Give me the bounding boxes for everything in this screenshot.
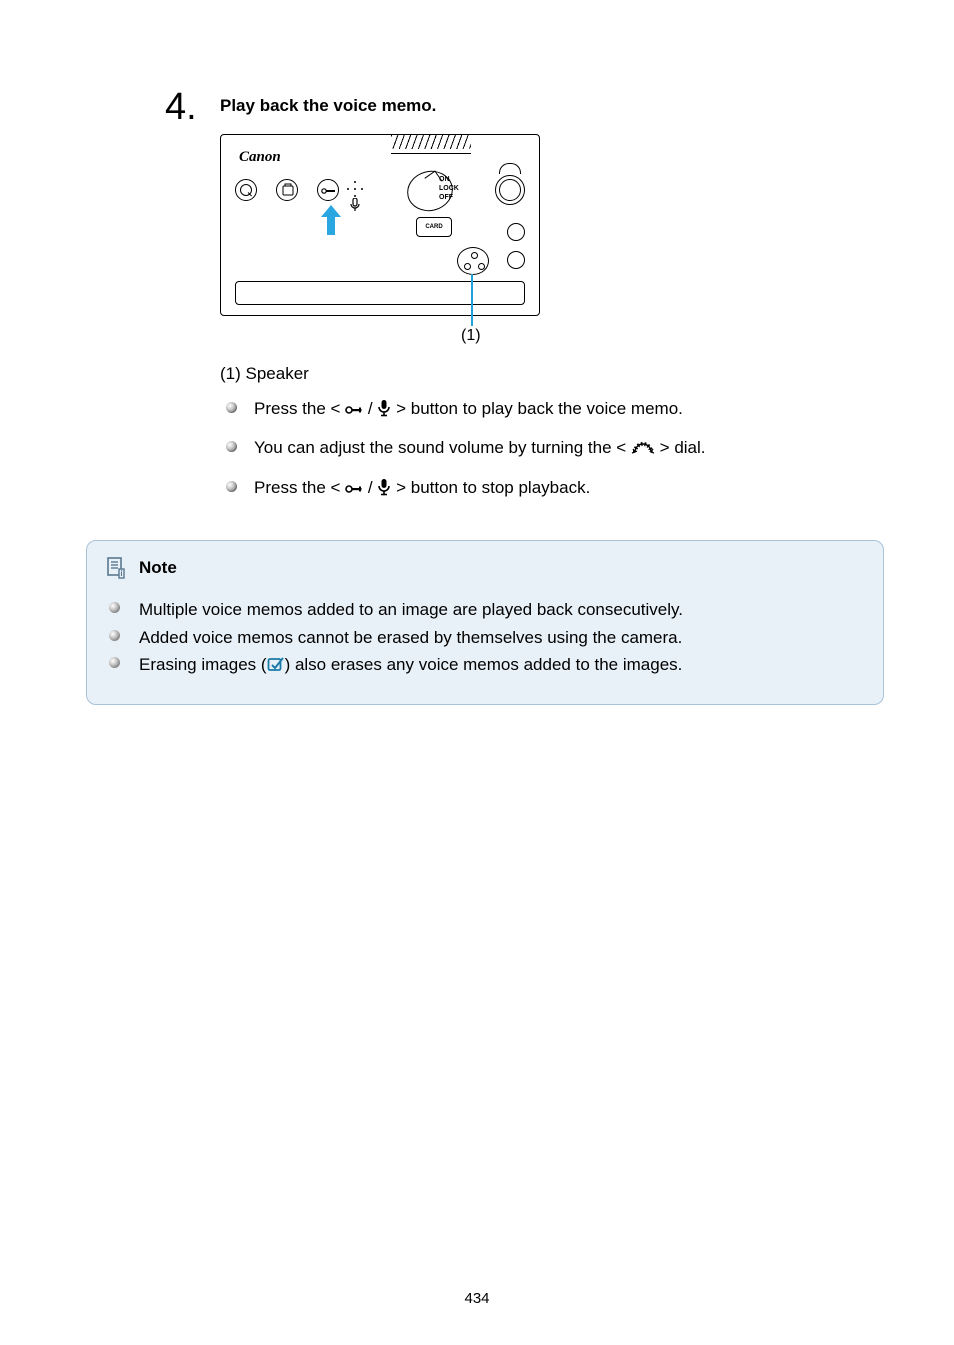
- card-slot-label: CARD: [425, 224, 442, 230]
- bullet-text: Press the <: [254, 478, 345, 497]
- record-dots-icon: [347, 181, 363, 197]
- trash-button-icon: [276, 179, 298, 201]
- protect-key-icon: [345, 399, 363, 425]
- protect-button-icon: [317, 179, 339, 201]
- list-item: You can adjust the sound volume by turni…: [220, 435, 879, 464]
- bullet-text: You can adjust the sound volume by turni…: [254, 438, 631, 457]
- bullet-text: > button to stop playback.: [391, 478, 590, 497]
- microphone-icon: [377, 478, 391, 504]
- small-hump-icon: [499, 163, 521, 174]
- bullet-text: /: [363, 478, 377, 497]
- brand-logo: Canon: [239, 149, 281, 166]
- step-number-digit: 4: [165, 86, 186, 128]
- power-dial-icon: ON LOCK OFF: [407, 171, 453, 211]
- camera-illustration: Canon: [220, 134, 540, 316]
- bullet-icon: [226, 402, 237, 413]
- link-icon[interactable]: [267, 654, 285, 680]
- note-icon: i: [107, 557, 125, 579]
- power-on-label: ON: [439, 175, 459, 184]
- main-content: 4. Play back the voice memo. Canon: [0, 0, 954, 504]
- list-item: Multiple voice memos added to an image a…: [107, 597, 863, 623]
- bullet-icon: [109, 630, 120, 641]
- bottom-strip: [235, 281, 525, 305]
- speaker-icon: [457, 247, 489, 275]
- note-text: Added voice memos cannot be erased by th…: [139, 628, 682, 647]
- note-text: Erasing images (: [139, 655, 267, 674]
- step-heading: 4. Play back the voice memo.: [165, 82, 879, 120]
- bullet-text: > dial.: [655, 438, 706, 457]
- card-slot-icon: CARD: [416, 217, 452, 237]
- step-title: Play back the voice memo.: [220, 96, 436, 116]
- microphone-icon: [377, 399, 391, 425]
- mic-label-icon: [349, 197, 361, 217]
- camera-illustration-wrap: Canon: [220, 134, 540, 316]
- right-button-1-icon: [507, 223, 525, 241]
- list-item: Press the < / > button to stop playback.: [220, 475, 879, 504]
- main-dial-icon: [631, 438, 655, 464]
- list-item: Erasing images ( ) also erases any voice …: [107, 652, 863, 680]
- speaker-caption: (1) Speaker: [220, 364, 879, 384]
- callout-line: [471, 274, 473, 326]
- list-item: Added voice memos cannot be erased by th…: [107, 625, 863, 651]
- bullet-icon: [226, 441, 237, 452]
- note-header: i Note: [107, 557, 863, 579]
- note-text: Multiple voice memos added to an image a…: [139, 600, 683, 619]
- step-number-dot: .: [186, 86, 197, 128]
- protect-key-icon: [345, 478, 363, 504]
- list-item: Press the < / > button to play back the …: [220, 396, 879, 425]
- page-number: 434: [0, 1290, 954, 1307]
- callout-label: (1): [461, 327, 481, 345]
- power-dial-labels: ON LOCK OFF: [439, 175, 459, 202]
- bullet-text: Press the <: [254, 399, 345, 418]
- power-off-label: OFF: [439, 193, 459, 202]
- step-bullet-list: Press the < / > button to play back the …: [220, 396, 879, 504]
- page: 4. Play back the voice memo. Canon: [0, 0, 954, 1345]
- bullet-text: /: [363, 399, 377, 418]
- bullet-icon: [109, 657, 120, 668]
- note-box: i Note Multiple voice memos added to an …: [86, 540, 884, 705]
- magnify-button-icon: [235, 179, 257, 201]
- note-title: Note: [139, 558, 177, 578]
- hot-shoe-icon: [391, 135, 471, 154]
- bullet-icon: [109, 602, 120, 613]
- bullet-text: > button to play back the voice memo.: [391, 399, 683, 418]
- power-lock-label: LOCK: [439, 184, 459, 193]
- shutter-ring-icon: [495, 175, 525, 205]
- svg-text:i: i: [120, 569, 122, 578]
- bullet-icon: [226, 481, 237, 492]
- right-button-2-icon: [507, 251, 525, 269]
- step-body: Canon: [220, 134, 879, 504]
- step-number: 4.: [165, 88, 220, 126]
- note-text: ) also erases any voice memos added to t…: [285, 655, 683, 674]
- note-bullet-list: Multiple voice memos added to an image a…: [107, 597, 863, 680]
